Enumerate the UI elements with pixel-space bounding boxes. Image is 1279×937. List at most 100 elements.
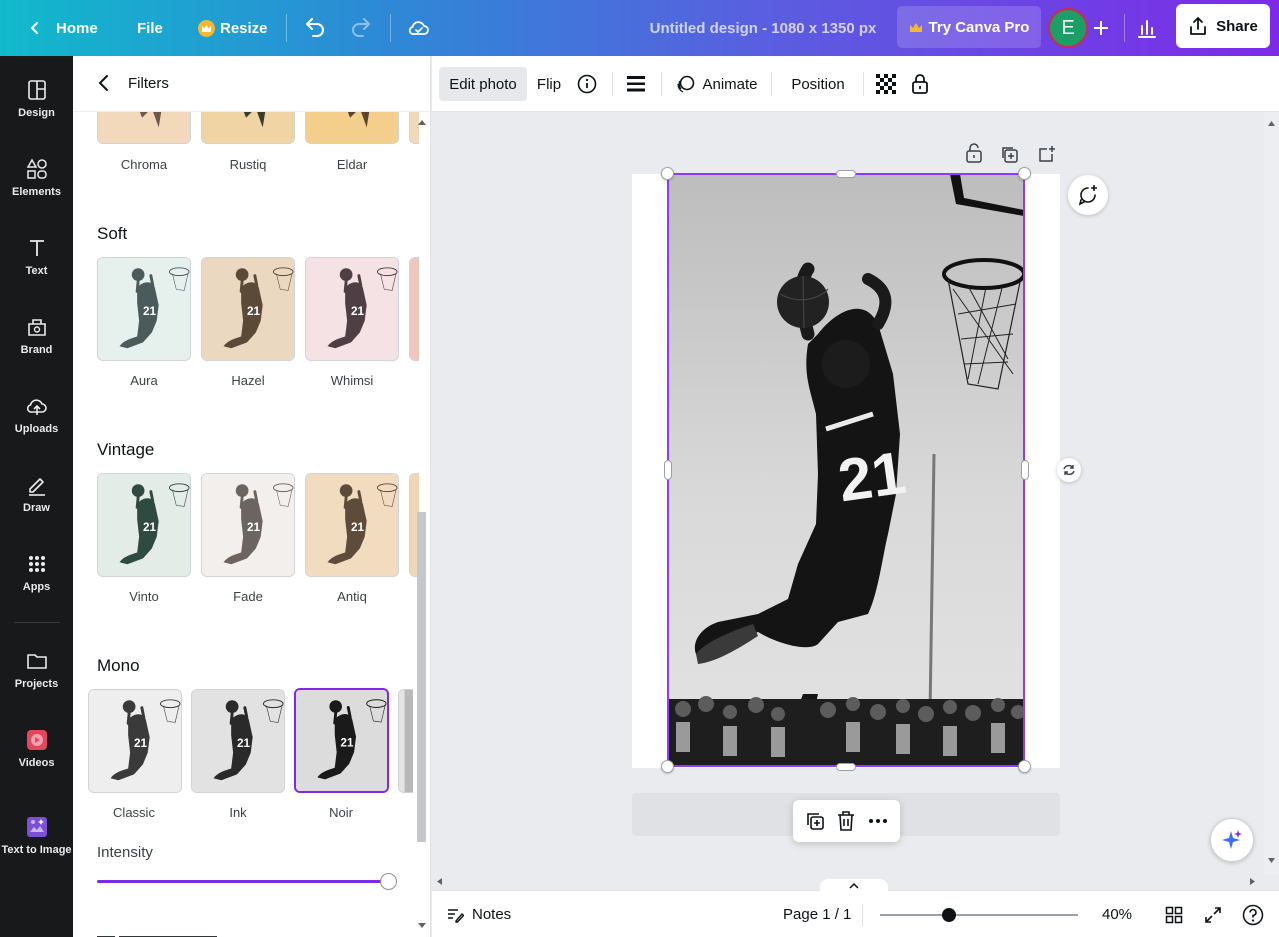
rail-item-brand[interactable]: Brand xyxy=(0,300,73,370)
zoom-slider-track[interactable] xyxy=(880,914,1078,916)
divider xyxy=(612,72,613,96)
rotate-handle[interactable] xyxy=(1057,458,1081,482)
canvas-vertical-scrollbar[interactable] xyxy=(1264,112,1279,875)
add-page-icon[interactable] xyxy=(1037,144,1057,164)
save-status-button[interactable] xyxy=(407,0,431,56)
rail-item-apps[interactable]: Apps xyxy=(0,537,73,607)
redo-button[interactable] xyxy=(349,0,373,56)
resize-handle-bottom-left[interactable] xyxy=(661,760,674,773)
border-style-button[interactable] xyxy=(624,67,648,101)
rail-item-elements[interactable]: Elements xyxy=(0,142,73,212)
rail-item-projects[interactable]: Projects xyxy=(0,634,73,704)
crown-icon xyxy=(909,22,922,32)
panel-scrollbar[interactable] xyxy=(415,112,429,937)
filter-thumb-partial[interactable] xyxy=(398,689,413,793)
floating-toolbar xyxy=(793,800,900,842)
scroll-up-arrow-icon[interactable] xyxy=(417,118,427,126)
zoom-level-button[interactable]: 40% xyxy=(1102,891,1132,937)
back-arrow-icon[interactable] xyxy=(93,72,115,94)
filter-thumb-fade[interactable]: 21 xyxy=(201,473,295,577)
resize-handle-bottom[interactable] xyxy=(836,763,856,771)
chevron-left-icon xyxy=(30,22,38,34)
rotate-icon xyxy=(1063,464,1075,476)
scroll-down-arrow-icon[interactable] xyxy=(417,922,427,930)
invite-button[interactable] xyxy=(1090,0,1112,56)
page-indicator[interactable]: Page 1 / 1 xyxy=(783,891,851,937)
notes-button[interactable]: Notes xyxy=(446,891,511,937)
transparency-button[interactable] xyxy=(875,67,897,101)
filter-thumb-hazel[interactable]: 21 xyxy=(201,257,295,361)
rail-item-label: Draw xyxy=(23,501,50,514)
rail-item-draw[interactable]: Draw xyxy=(0,458,73,528)
share-button[interactable]: Share xyxy=(1176,4,1270,48)
position-button[interactable]: Position xyxy=(784,67,852,101)
filter-thumb-antiq[interactable]: 21 xyxy=(305,473,399,577)
scroll-down-arrow-icon[interactable] xyxy=(1267,857,1276,864)
help-button[interactable] xyxy=(1242,891,1264,937)
svg-text:21: 21 xyxy=(341,736,354,749)
add-comment-button[interactable] xyxy=(1068,175,1108,215)
filter-thumb-aura[interactable]: 21 xyxy=(97,257,191,361)
duplicate-icon[interactable] xyxy=(1000,145,1020,165)
edit-photo-button[interactable]: Edit photo xyxy=(439,67,527,101)
image-ai-icon xyxy=(26,816,47,837)
animate-button[interactable]: Animate xyxy=(672,67,762,101)
resize-handle-top-right[interactable] xyxy=(1018,167,1031,180)
file-menu-button[interactable]: File xyxy=(137,0,163,56)
flip-label: Flip xyxy=(536,75,562,93)
info-icon xyxy=(577,74,597,94)
intensity-slider-track[interactable] xyxy=(97,880,389,883)
resize-handle-top-left[interactable] xyxy=(661,167,674,180)
rail-item-text-to-image[interactable]: Text to Image xyxy=(0,794,73,876)
filter-thumb-vinto[interactable]: 21 xyxy=(97,473,191,577)
filter-thumb-noir[interactable]: 21 xyxy=(294,688,389,793)
show-pages-tab[interactable] xyxy=(820,879,888,891)
fullscreen-button[interactable] xyxy=(1204,891,1222,937)
filter-thumb-whimsi[interactable]: 21 xyxy=(305,257,399,361)
rail-item-videos[interactable]: Videos xyxy=(0,713,73,783)
resize-handle-bottom-right[interactable] xyxy=(1018,760,1031,773)
svg-text:21: 21 xyxy=(247,521,261,534)
filters-panel: Filters Chroma Rustiq Eldar Soft 21 21 2… xyxy=(73,56,431,937)
rail-item-uploads[interactable]: Uploads xyxy=(0,379,73,449)
resize-button[interactable]: Resize xyxy=(198,0,268,56)
unlock-icon[interactable] xyxy=(965,142,983,164)
resize-handle-top[interactable] xyxy=(836,170,856,178)
share-label: Share xyxy=(1216,17,1258,35)
flip-button[interactable]: Flip xyxy=(532,67,566,101)
zoom-slider-knob[interactable] xyxy=(942,908,957,922)
panel-scrollbar-thumb[interactable] xyxy=(417,512,426,842)
grid-view-button[interactable] xyxy=(1165,891,1183,937)
pen-icon xyxy=(28,477,45,496)
insights-button[interactable] xyxy=(1136,0,1158,56)
try-pro-label: Try Canva Pro xyxy=(928,18,1030,36)
lock-button[interactable] xyxy=(909,67,931,101)
scroll-right-arrow-icon[interactable] xyxy=(1249,877,1256,886)
intensity-slider-knob[interactable] xyxy=(380,873,397,890)
trash-icon[interactable] xyxy=(836,810,856,832)
filter-thumb-classic[interactable]: 21 xyxy=(88,689,182,793)
scroll-left-arrow-icon[interactable] xyxy=(436,877,443,886)
scroll-up-arrow-icon[interactable] xyxy=(1267,120,1276,127)
notes-label: Notes xyxy=(472,906,512,923)
file-label: File xyxy=(137,19,163,37)
basketball-photo[interactable]: 21 xyxy=(668,174,1024,766)
rail-item-label: Apps xyxy=(22,580,51,593)
info-button[interactable] xyxy=(574,67,600,101)
brand-icon xyxy=(27,318,46,336)
design-title[interactable]: Untitled design - 1080 x 1350 px xyxy=(610,0,916,56)
resize-handle-left[interactable] xyxy=(664,460,672,480)
duplicate-icon[interactable] xyxy=(805,811,825,831)
more-icon[interactable] xyxy=(868,818,888,824)
avatar[interactable]: E xyxy=(1048,8,1088,48)
rail-item-label: Videos xyxy=(18,756,55,769)
home-button[interactable]: Home xyxy=(28,0,98,56)
filter-thumb-ink[interactable]: 21 xyxy=(191,689,285,793)
undo-button[interactable] xyxy=(303,0,327,56)
resize-handle-right[interactable] xyxy=(1021,460,1029,480)
rail-item-text[interactable]: Text xyxy=(0,221,73,291)
folder-icon xyxy=(26,653,47,669)
rail-item-design[interactable]: Design xyxy=(0,63,73,133)
try-canva-pro-button[interactable]: Try Canva Pro xyxy=(897,6,1041,48)
magic-assistant-button[interactable] xyxy=(1210,818,1254,862)
